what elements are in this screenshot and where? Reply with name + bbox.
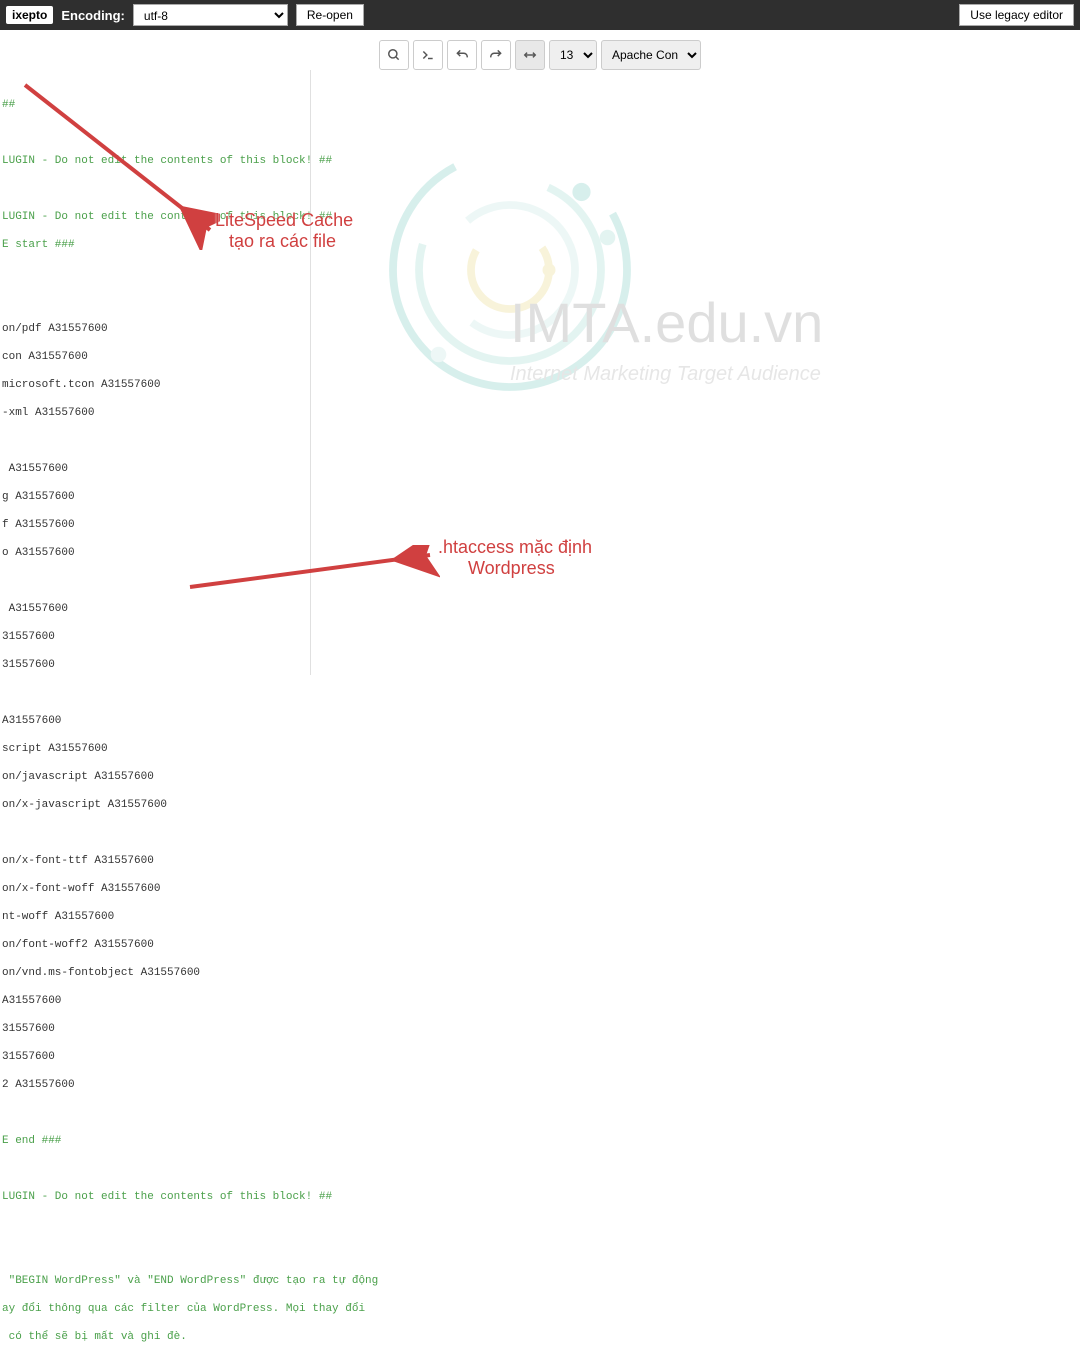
undo-icon[interactable] bbox=[447, 40, 477, 70]
redo-icon[interactable] bbox=[481, 40, 511, 70]
reopen-button[interactable]: Re-open bbox=[296, 4, 364, 26]
fontsize-select[interactable]: 13px bbox=[549, 40, 597, 70]
search-icon[interactable] bbox=[379, 40, 409, 70]
encoding-label: Encoding: bbox=[61, 8, 125, 23]
logo: ixepto bbox=[6, 6, 53, 24]
editor-toolbar: 13px Apache Conf bbox=[0, 30, 1080, 80]
terminal-icon[interactable] bbox=[413, 40, 443, 70]
legacy-editor-button[interactable]: Use legacy editor bbox=[959, 4, 1074, 26]
code-editor[interactable]: ## LUGIN - Do not edit the contents of t… bbox=[0, 80, 1080, 1350]
language-select[interactable]: Apache Conf bbox=[601, 40, 701, 70]
encoding-select[interactable]: utf-8 bbox=[133, 4, 288, 26]
wrap-icon[interactable] bbox=[515, 40, 545, 70]
top-bar: ixepto Encoding: utf-8 Re-open Use legac… bbox=[0, 0, 1080, 30]
